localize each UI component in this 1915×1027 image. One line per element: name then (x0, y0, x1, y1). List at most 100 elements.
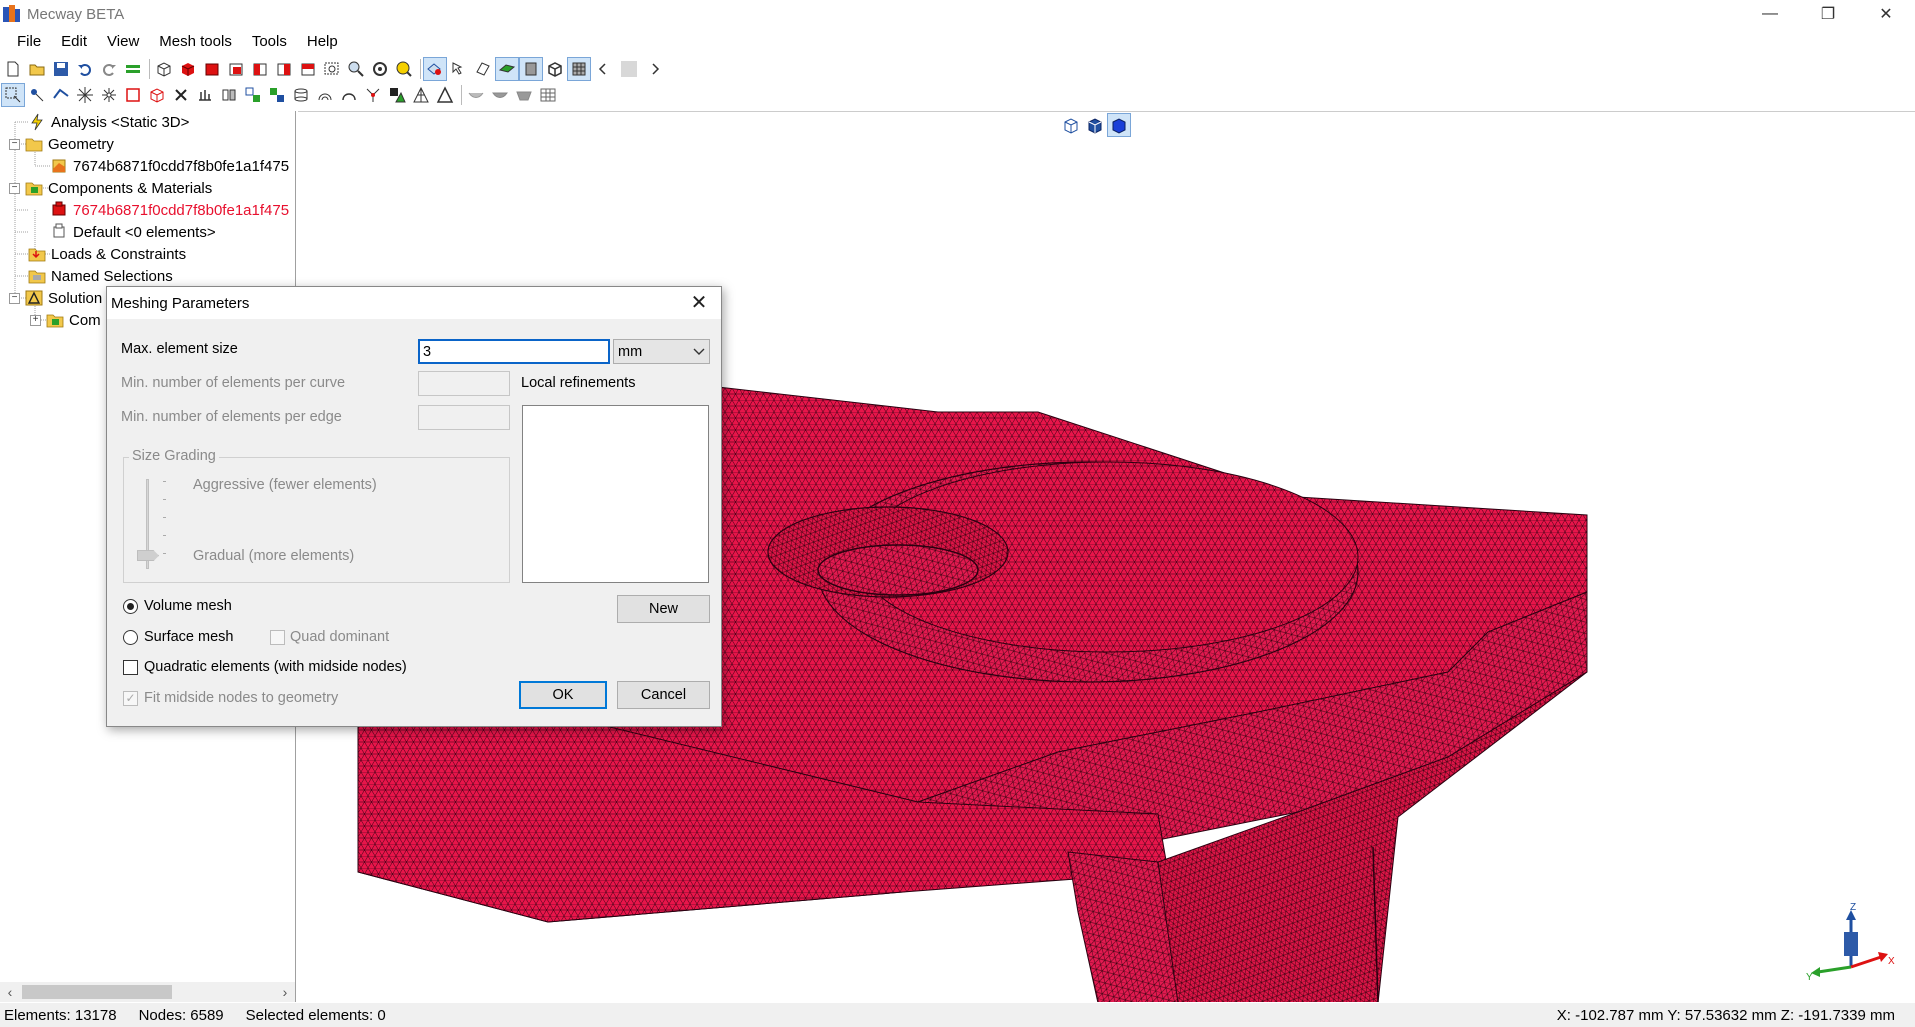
color-swatch-icon[interactable] (616, 58, 642, 80)
quadratic-elements-label[interactable]: Quadratic elements (with midside nodes) (144, 659, 407, 675)
surface-mesh-radio[interactable] (123, 630, 138, 645)
select-node-icon[interactable] (26, 84, 48, 106)
shell-icon[interactable] (465, 84, 487, 106)
triangle-mesh-icon[interactable] (410, 84, 432, 106)
cylinder-icon[interactable] (290, 84, 312, 106)
sweep-icon[interactable] (338, 84, 360, 106)
tree-item-solution[interactable]: − Solution (9, 287, 102, 309)
triangle-outline-icon[interactable] (434, 84, 456, 106)
clip-plane-icon[interactable] (472, 58, 494, 80)
max-size-input[interactable] (418, 339, 610, 364)
collapse-toggle[interactable]: − (9, 182, 20, 194)
tree-item-component-part[interactable]: 7674b6871f0cdd7f8b0fe1a1f475 (50, 199, 289, 221)
cancel-button[interactable]: Cancel (617, 681, 710, 709)
undo-icon[interactable] (74, 58, 96, 80)
shell2-icon[interactable] (489, 84, 511, 106)
expand-toggle[interactable]: + (30, 314, 41, 326)
extrude-icon[interactable] (194, 84, 216, 106)
split-icon[interactable] (242, 84, 264, 106)
scroll-right-arrow-icon[interactable]: › (275, 984, 295, 1000)
back-view-icon[interactable] (225, 58, 247, 80)
rectangle-icon[interactable] (122, 84, 144, 106)
explode-icon[interactable] (74, 84, 96, 106)
rotate-icon[interactable] (369, 58, 391, 80)
right-view-icon[interactable] (273, 58, 295, 80)
tree-item-analysis[interactable]: Analysis <Static 3D> (28, 111, 189, 133)
unit-select[interactable]: mm (613, 339, 710, 364)
scroll-left-icon[interactable] (592, 58, 614, 80)
tree-item-components[interactable]: − Components & Materials (9, 177, 212, 199)
select-tool-icon[interactable] (423, 57, 447, 81)
quadratic-elements-checkbox[interactable] (123, 660, 138, 675)
left-view-icon[interactable] (249, 58, 271, 80)
close-window-button[interactable]: ✕ (1857, 0, 1915, 28)
surface-icon[interactable] (495, 57, 519, 81)
scroll-right-icon[interactable] (644, 58, 666, 80)
new-file-icon[interactable] (2, 58, 24, 80)
select-box-icon[interactable] (1, 83, 25, 107)
aggressive-label: Aggressive (fewer elements) (193, 477, 377, 493)
menu-mesh-tools[interactable]: Mesh tools (149, 29, 242, 55)
save-icon[interactable] (50, 58, 72, 80)
min-edge-input[interactable] (418, 405, 510, 430)
tree-item-loads[interactable]: Loads & Constraints (28, 243, 186, 265)
solution-icon (25, 289, 43, 307)
redo-icon[interactable] (98, 58, 120, 80)
shaded-icon[interactable] (519, 57, 543, 81)
layers-icon[interactable] (122, 58, 144, 80)
delete-icon[interactable] (170, 84, 192, 106)
select-edge-icon[interactable] (50, 84, 72, 106)
tree-item-geometry[interactable]: − Geometry (9, 133, 114, 155)
revolve-icon[interactable] (314, 84, 336, 106)
tree-item-default[interactable]: Default <0 elements> (50, 221, 216, 243)
loads-folder-icon (28, 245, 46, 263)
toolbar-separator (420, 59, 421, 79)
collapse-toggle[interactable]: − (9, 138, 20, 150)
quad-dominant-checkbox[interactable] (270, 630, 285, 645)
menu-help[interactable]: Help (297, 29, 348, 55)
zoom-icon[interactable] (345, 58, 367, 80)
solid-cube-icon[interactable] (177, 58, 199, 80)
triangle-solid-icon[interactable] (386, 84, 408, 106)
cursor-coordinates: X: -102.787 mm Y: 57.53632 mm Z: -191.73… (1556, 1006, 1895, 1024)
open-folder-icon[interactable] (26, 58, 48, 80)
local-refinements-list[interactable] (522, 405, 709, 583)
min-curve-input[interactable] (418, 371, 510, 396)
edges-icon[interactable] (544, 58, 566, 80)
collapse-toggle[interactable]: − (9, 292, 20, 304)
restore-button[interactable]: ❐ (1799, 0, 1857, 28)
star-icon[interactable] (98, 84, 120, 106)
scroll-left-arrow-icon[interactable]: ‹ (0, 984, 20, 1000)
shell3-icon[interactable] (513, 84, 535, 106)
pan-icon[interactable] (393, 58, 415, 80)
tree-item-solution-child[interactable]: + Com (30, 309, 101, 331)
menu-file[interactable]: File (7, 29, 51, 55)
top-view-icon[interactable] (297, 58, 319, 80)
new-refinement-button[interactable]: New (617, 595, 710, 623)
menu-edit[interactable]: Edit (51, 29, 97, 55)
minimize-button[interactable]: — (1741, 0, 1799, 28)
merge-icon[interactable] (266, 84, 288, 106)
surface-mesh-label[interactable]: Surface mesh (144, 629, 233, 645)
dialog-close-button[interactable]: ✕ (687, 291, 711, 315)
dialog-title-bar: Meshing Parameters ✕ (107, 287, 721, 319)
cube-outline-icon[interactable] (146, 84, 168, 106)
front-view-icon[interactable] (201, 58, 223, 80)
menu-tools[interactable]: Tools (242, 29, 297, 55)
ok-button[interactable]: OK (519, 681, 607, 709)
scrollbar-thumb[interactable] (22, 985, 172, 999)
zoom-box-icon[interactable] (321, 58, 343, 80)
select-mode-icon[interactable] (448, 58, 470, 80)
tree-item-geometry-part[interactable]: 7674b6871f0cdd7f8b0fe1a1f475 (50, 155, 289, 177)
wireframe-cube-icon[interactable] (153, 58, 175, 80)
mesh-icon[interactable] (567, 57, 591, 81)
mirror-icon[interactable] (218, 84, 240, 106)
refine-icon[interactable] (362, 84, 384, 106)
volume-mesh-label[interactable]: Volume mesh (144, 598, 232, 614)
table-icon[interactable] (537, 84, 559, 106)
volume-mesh-radio[interactable] (123, 599, 138, 614)
fit-midside-checkbox[interactable]: ✓ (123, 691, 138, 706)
menu-view[interactable]: View (97, 29, 149, 55)
tree-horizontal-scrollbar[interactable]: ‹ › (0, 982, 295, 1002)
tree-item-named-selections[interactable]: Named Selections (28, 265, 173, 287)
